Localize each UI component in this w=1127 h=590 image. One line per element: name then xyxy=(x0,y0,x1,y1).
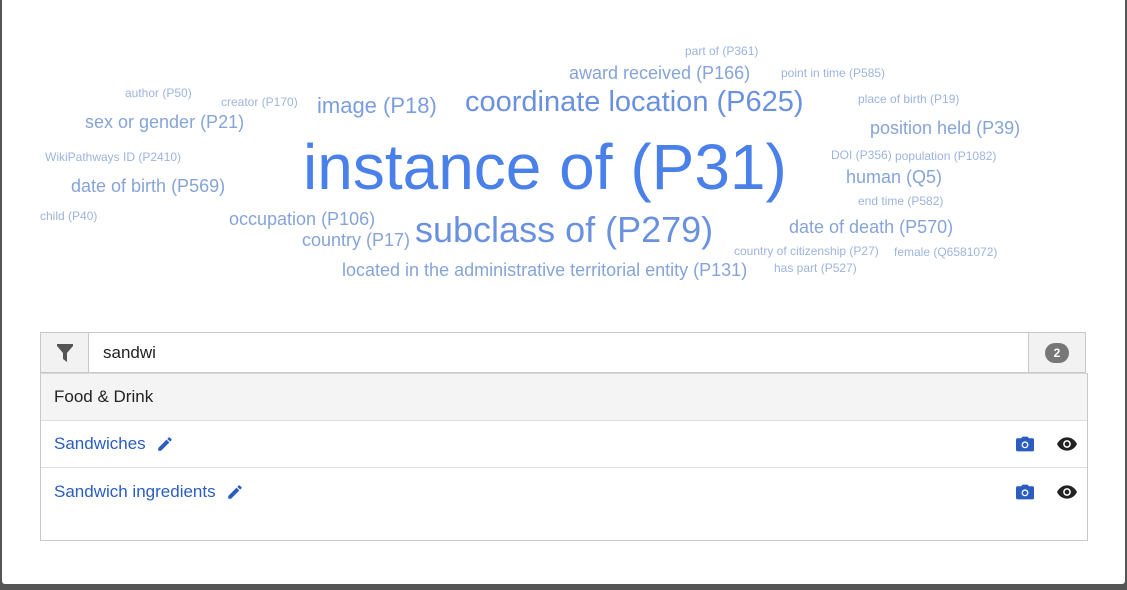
list-item: Sandwich ingredients xyxy=(41,468,1087,515)
cloud-word[interactable]: child (P40) xyxy=(40,210,97,222)
camera-icon[interactable] xyxy=(1015,435,1035,453)
cloud-word[interactable]: date of birth (P569) xyxy=(71,177,225,195)
filter-bar: 2 xyxy=(40,332,1086,373)
eye-icon[interactable] xyxy=(1057,484,1077,499)
cloud-word[interactable]: located in the administrative territoria… xyxy=(342,261,747,279)
cloud-word[interactable]: country of citizenship (P27) xyxy=(734,245,879,257)
cloud-word[interactable]: image (P18) xyxy=(317,95,437,117)
cloud-word[interactable]: population (P1082) xyxy=(895,150,996,162)
pencil-icon[interactable] xyxy=(226,483,244,501)
cloud-word[interactable]: part of (P361) xyxy=(685,45,758,57)
cloud-word[interactable]: subclass of (P279) xyxy=(415,212,713,248)
cloud-word[interactable]: DOI (P356) xyxy=(831,149,892,161)
cloud-word[interactable]: date of death (P570) xyxy=(789,218,953,236)
filter-input[interactable] xyxy=(89,333,1028,372)
cloud-word[interactable]: end time (P582) xyxy=(858,195,943,207)
eye-icon[interactable] xyxy=(1057,437,1077,451)
cloud-word[interactable]: creator (P170) xyxy=(221,96,298,108)
cloud-word[interactable]: sex or gender (P21) xyxy=(85,113,244,131)
results-list: Food & Drink Sandwiches Sandwich ingredi… xyxy=(40,373,1088,541)
modal-dialog: part of (P361) award received (P166) poi… xyxy=(2,0,1125,584)
cloud-word[interactable]: place of birth (P19) xyxy=(858,93,959,105)
cloud-word[interactable]: point in time (P585) xyxy=(781,67,885,79)
list-item: Sandwiches xyxy=(41,421,1087,468)
cloud-word[interactable]: human (Q5) xyxy=(846,168,942,186)
property-word-cloud: part of (P361) award received (P166) poi… xyxy=(2,0,1125,300)
filter-icon xyxy=(56,343,73,362)
result-count: 2 xyxy=(1028,333,1085,372)
result-link[interactable]: Sandwich ingredients xyxy=(54,482,216,502)
cloud-word[interactable]: occupation (P106) xyxy=(229,210,375,228)
cloud-word[interactable]: instance of (P31) xyxy=(303,135,787,199)
camera-icon[interactable] xyxy=(1015,483,1035,501)
cloud-word[interactable]: position held (P39) xyxy=(870,119,1020,137)
filter-button[interactable] xyxy=(41,333,89,372)
result-link[interactable]: Sandwiches xyxy=(54,434,146,454)
cloud-word[interactable]: coordinate location (P625) xyxy=(465,88,804,117)
cloud-word[interactable]: WikiPathways ID (P2410) xyxy=(45,151,181,163)
count-badge: 2 xyxy=(1045,342,1069,363)
pencil-icon[interactable] xyxy=(156,435,174,453)
cloud-word[interactable]: author (P50) xyxy=(125,87,192,99)
cloud-word[interactable]: award received (P166) xyxy=(569,64,750,82)
cloud-word[interactable]: country (P17) xyxy=(302,231,410,249)
cloud-word[interactable]: female (Q6581072) xyxy=(894,246,997,258)
cloud-word[interactable]: has part (P527) xyxy=(774,262,857,274)
group-header: Food & Drink xyxy=(41,374,1087,421)
